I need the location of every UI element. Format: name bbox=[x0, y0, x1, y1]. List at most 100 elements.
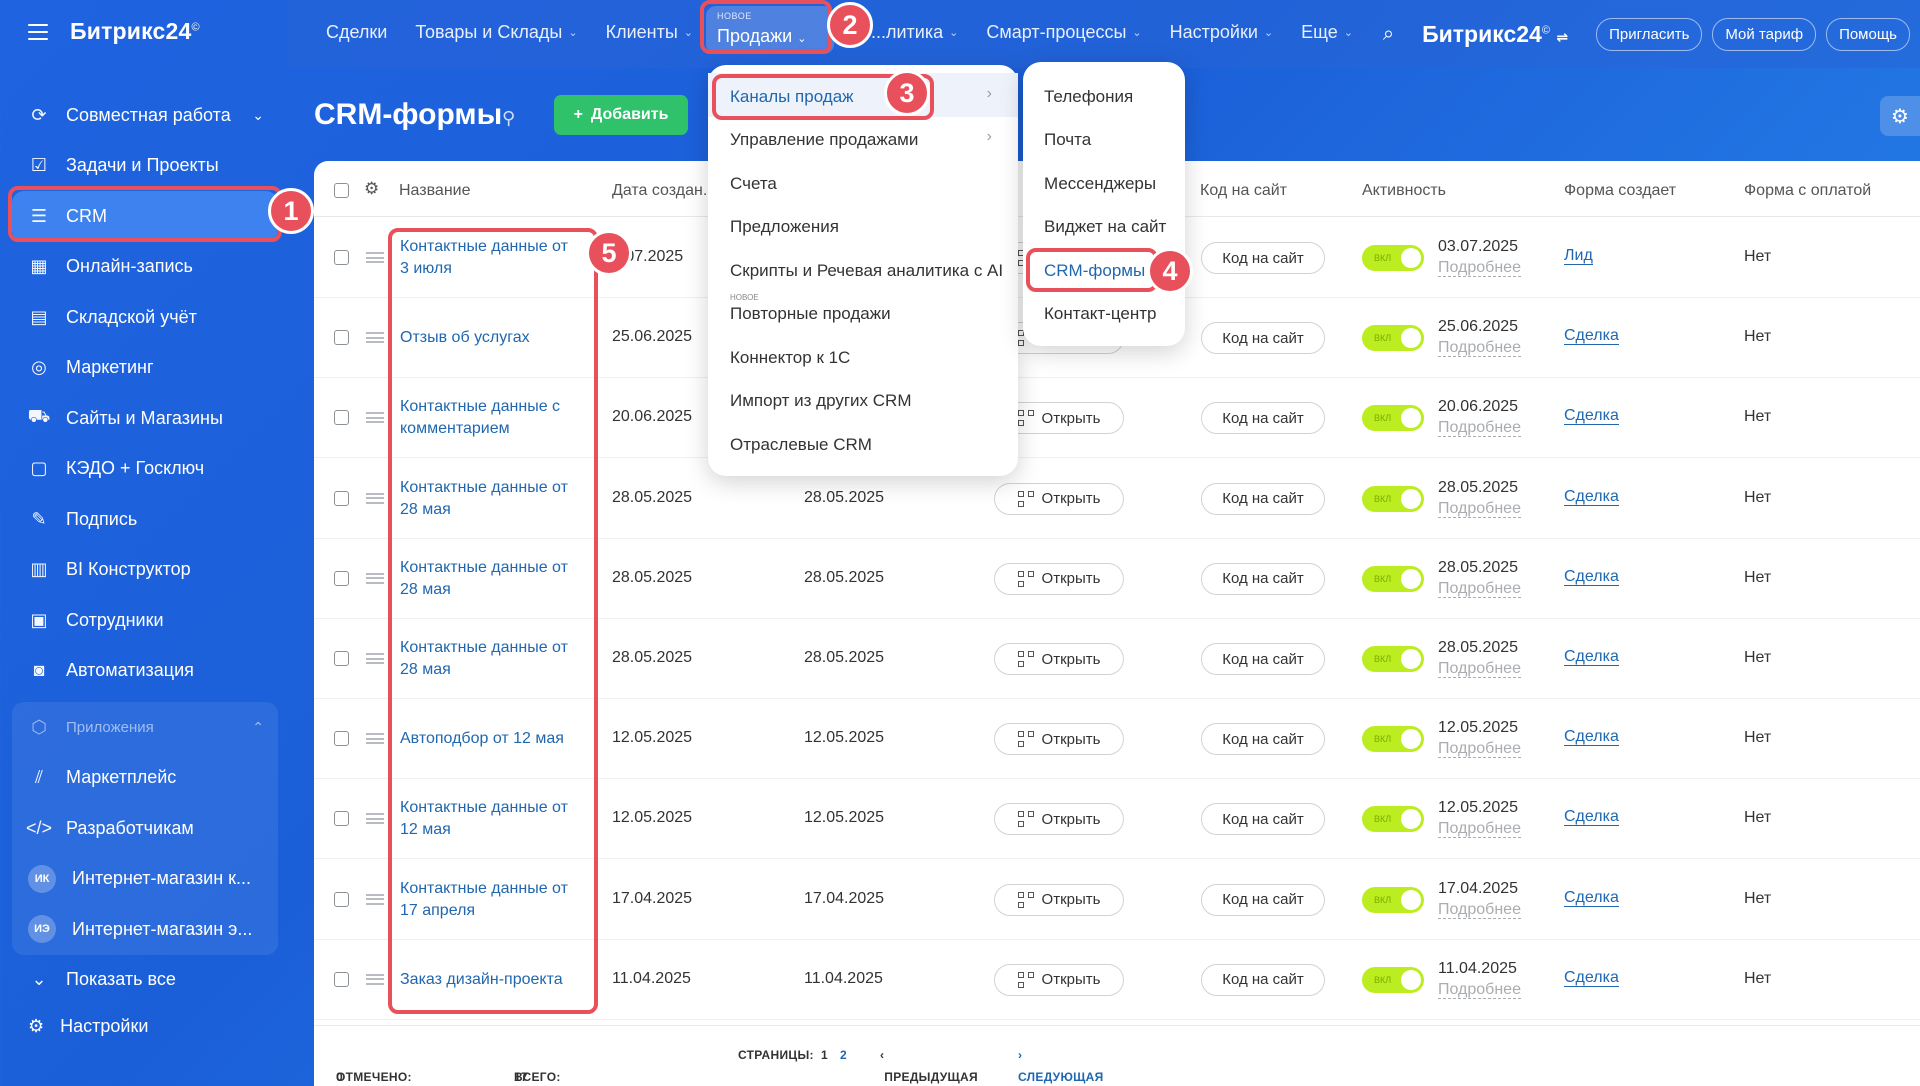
add-button[interactable]: + Добавить bbox=[554, 95, 688, 135]
menu-item-industry[interactable]: Отраслевые CRM bbox=[730, 435, 872, 455]
sidebar-item-developers[interactable]: </> Разработчикам bbox=[12, 803, 278, 854]
row-checkbox[interactable] bbox=[334, 570, 349, 586]
sidebar-item-automation[interactable]: ◙ Автоматизация bbox=[12, 646, 278, 697]
sidebar-item-sites[interactable]: ⛟ Сайты и Магазины bbox=[12, 393, 278, 444]
menu-item-1c[interactable]: Коннектор к 1С bbox=[730, 348, 850, 368]
top-menu-analytics[interactable]: ...литика ⌄ bbox=[871, 22, 958, 43]
page-1[interactable]: 1 bbox=[821, 1048, 828, 1062]
page-settings-icon[interactable]: ⚙ bbox=[1880, 96, 1920, 136]
drag-handle-icon[interactable] bbox=[366, 733, 384, 745]
submenu-item-messengers[interactable]: Мессенджеры bbox=[1044, 174, 1156, 194]
sidebar-item-sign[interactable]: ✎ Подпись bbox=[12, 494, 278, 545]
top-menu-deals[interactable]: Сделки bbox=[326, 22, 387, 43]
column-code[interactable]: Код на сайт bbox=[1200, 182, 1287, 200]
drag-handle-icon[interactable] bbox=[366, 893, 384, 905]
code-button[interactable]: Код на сайт bbox=[1201, 242, 1325, 274]
more-link[interactable]: Подробнее bbox=[1438, 260, 1521, 277]
row-checkbox[interactable] bbox=[334, 330, 349, 346]
column-creates[interactable]: Форма создает bbox=[1564, 182, 1676, 200]
more-link[interactable]: Подробнее bbox=[1438, 661, 1521, 678]
top-menu-goods[interactable]: Товары и Склады ⌄ bbox=[415, 22, 577, 43]
submenu-item-contact-center[interactable]: Контакт-центр bbox=[1044, 304, 1157, 324]
menu-item-proposals[interactable]: Предложения bbox=[730, 217, 839, 237]
row-checkbox[interactable] bbox=[334, 651, 349, 666]
column-created[interactable]: Дата создан... bbox=[612, 182, 716, 200]
row-checkbox[interactable] bbox=[334, 731, 349, 747]
sidebar-item-bi[interactable]: ▥ BI Конструктор bbox=[12, 545, 278, 596]
open-button[interactable]: Открыть bbox=[994, 482, 1124, 515]
code-button[interactable]: Код на сайт bbox=[1201, 963, 1325, 996]
entity-link[interactable]: Сделка bbox=[1564, 729, 1619, 747]
code-button[interactable]: Код на сайт bbox=[1201, 562, 1325, 595]
row-checkbox[interactable] bbox=[334, 250, 349, 265]
entity-link[interactable]: Лид bbox=[1564, 248, 1593, 265]
more-link[interactable]: Подробнее bbox=[1438, 500, 1521, 518]
menu-item-repeat-sales[interactable]: Повторные продажи bbox=[730, 304, 891, 324]
entity-link[interactable]: Сделка bbox=[1564, 568, 1619, 586]
sidebar-item-warehouse[interactable]: ▤ Складской учёт bbox=[12, 292, 278, 343]
drag-handle-icon[interactable] bbox=[366, 252, 384, 263]
sidebar-item-employees[interactable]: ▣ Сотрудники bbox=[12, 595, 278, 646]
tariff-button[interactable]: Мой тариф bbox=[1712, 18, 1817, 51]
column-name[interactable]: Название bbox=[399, 182, 471, 200]
menu-burger-icon[interactable] bbox=[28, 23, 48, 40]
open-button[interactable]: Открыть bbox=[994, 803, 1124, 836]
code-button[interactable]: Код на сайт bbox=[1201, 883, 1325, 916]
active-toggle[interactable]: ВКЛ bbox=[1362, 485, 1424, 512]
help-button[interactable]: Помощь bbox=[1826, 18, 1910, 51]
active-toggle[interactable]: ВКЛ bbox=[1362, 325, 1424, 352]
code-button[interactable]: Код на сайт bbox=[1201, 803, 1325, 836]
logo[interactable]: Битрикс24© bbox=[70, 18, 200, 45]
drag-handle-icon[interactable] bbox=[366, 653, 384, 664]
chevron-up-icon[interactable]: ⌃ bbox=[252, 719, 264, 736]
more-link[interactable]: Подробнее bbox=[1438, 420, 1521, 438]
sidebar-item-shop-1[interactable]: ИК Интернет-магазин к... bbox=[12, 854, 278, 905]
apps-group-header[interactable]: ⬡ Приложения ⌃ bbox=[12, 702, 278, 753]
entity-link[interactable]: Сделка bbox=[1564, 328, 1619, 346]
show-all-button[interactable]: ⌄ Показать все bbox=[12, 955, 278, 1006]
menu-item-scripts[interactable]: Скрипты и Речевая аналитика с AI bbox=[730, 261, 1003, 281]
submenu-item-telephony[interactable]: Телефония bbox=[1044, 87, 1133, 107]
sidebar-item-shop-2[interactable]: ИЭ Интернет-магазин э... bbox=[12, 904, 278, 955]
drag-handle-icon[interactable] bbox=[366, 332, 384, 344]
column-payment[interactable]: Форма с оплатой bbox=[1744, 182, 1871, 200]
top-menu-settings[interactable]: Настройки ⌄ bbox=[1170, 22, 1273, 43]
sidebar-item-marketing[interactable]: ◎ Маркетинг bbox=[12, 343, 278, 394]
open-button[interactable]: Открыть bbox=[994, 883, 1124, 916]
sidebar-settings[interactable]: ⚙ Настройки bbox=[28, 1016, 148, 1037]
entity-link[interactable]: Сделка bbox=[1564, 809, 1619, 827]
code-button[interactable]: Код на сайт bbox=[1201, 322, 1325, 355]
code-button[interactable]: Код на сайт bbox=[1201, 643, 1325, 675]
sidebar-item-kedo[interactable]: ▢ КЭДО + Госключ bbox=[12, 444, 278, 495]
drag-handle-icon[interactable] bbox=[366, 572, 384, 584]
drag-handle-icon[interactable] bbox=[366, 412, 384, 424]
active-toggle[interactable]: ВКЛ bbox=[1362, 405, 1424, 432]
active-toggle[interactable]: ВКЛ bbox=[1362, 726, 1424, 753]
column-active[interactable]: Активность bbox=[1362, 182, 1446, 200]
entity-link[interactable]: Сделка bbox=[1564, 649, 1619, 666]
row-checkbox[interactable] bbox=[334, 410, 349, 426]
pin-icon[interactable]: ⚲ bbox=[502, 108, 515, 129]
code-button[interactable]: Код на сайт bbox=[1201, 402, 1325, 435]
invite-button[interactable]: Пригласить bbox=[1596, 18, 1703, 51]
code-button[interactable]: Код на сайт bbox=[1201, 723, 1325, 756]
select-all-checkbox[interactable] bbox=[334, 183, 349, 198]
active-toggle[interactable]: ВКЛ bbox=[1362, 806, 1424, 833]
active-toggle[interactable]: ВКЛ bbox=[1362, 565, 1424, 592]
sidebar-item-booking[interactable]: ▦ Онлайн-запись bbox=[12, 242, 278, 293]
more-link[interactable]: Подробнее bbox=[1438, 340, 1521, 358]
row-checkbox[interactable] bbox=[334, 811, 349, 827]
entity-link[interactable]: Сделка bbox=[1564, 408, 1619, 426]
top-menu-smart[interactable]: Смарт-процессы ⌄ bbox=[986, 22, 1141, 43]
drag-handle-icon[interactable] bbox=[366, 813, 384, 825]
open-button[interactable]: Открыть bbox=[994, 723, 1124, 756]
search-icon[interactable]: ⌕ bbox=[1383, 23, 1394, 46]
active-toggle[interactable]: ВКЛ bbox=[1362, 245, 1424, 271]
row-checkbox[interactable] bbox=[334, 971, 349, 987]
code-button[interactable]: Код на сайт bbox=[1201, 482, 1325, 515]
sidebar-item-tasks[interactable]: ☑ Задачи и Проекты bbox=[12, 141, 278, 192]
sidebar-item-collab[interactable]: ⟳ Совместная работа ⌄ bbox=[12, 90, 278, 141]
menu-item-import[interactable]: Импорт из других CRM bbox=[730, 391, 912, 411]
submenu-item-mail[interactable]: Почта bbox=[1044, 130, 1091, 150]
entity-link[interactable]: Сделка bbox=[1564, 889, 1619, 907]
